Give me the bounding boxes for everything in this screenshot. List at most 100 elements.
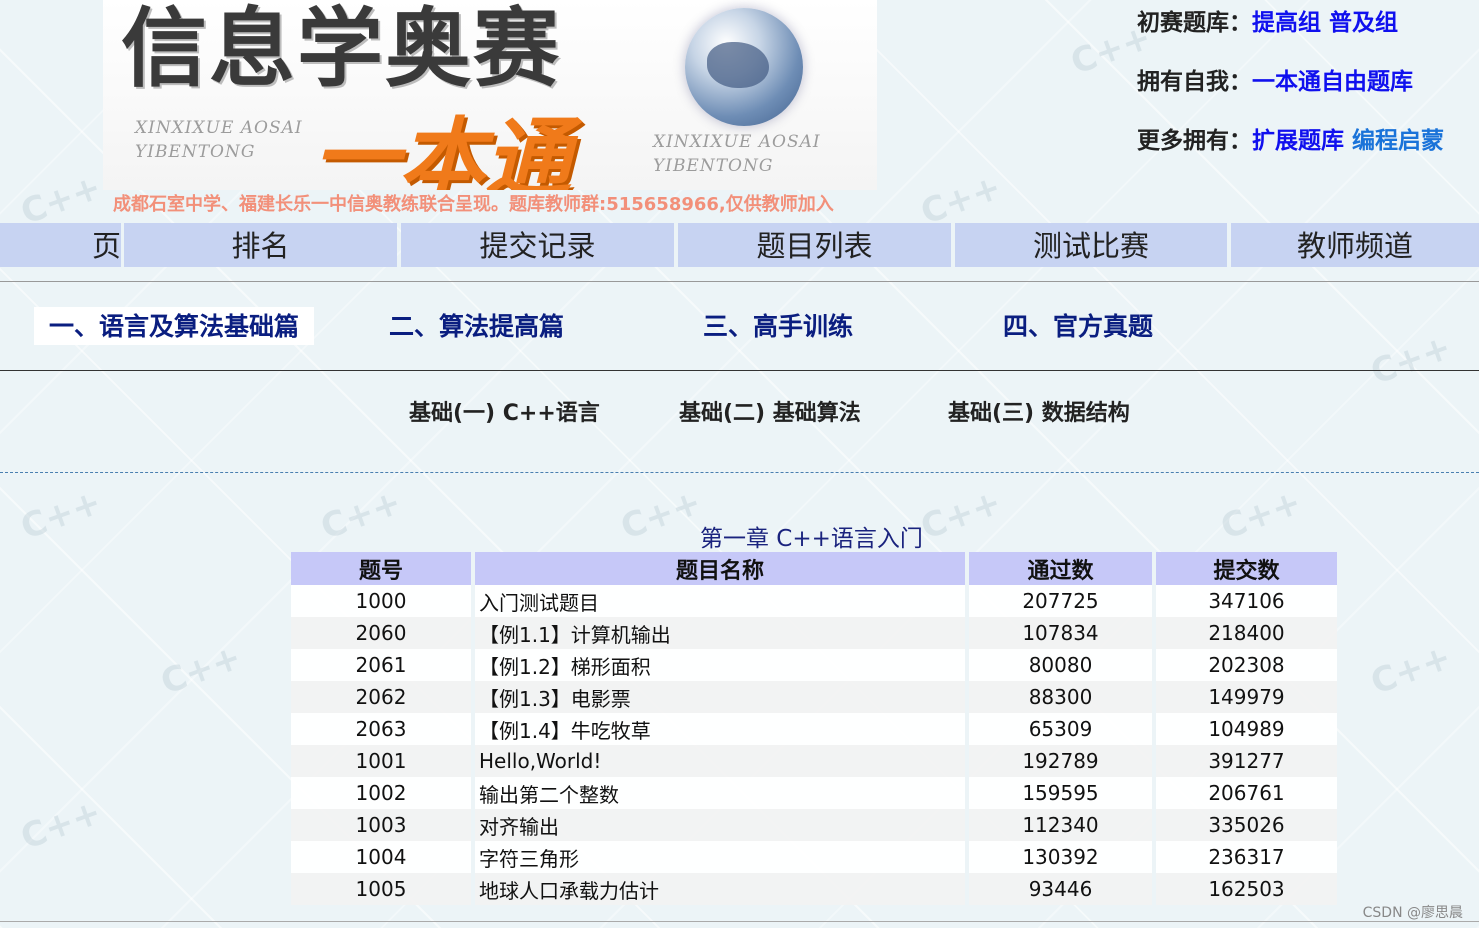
problem-name-link[interactable]: 字符三角形 [475, 841, 969, 873]
tab-expert-training[interactable]: 三、高手训练 [688, 307, 868, 345]
nav-contests[interactable]: 测试比赛 [955, 223, 1227, 267]
header-pass[interactable]: 通过数 [969, 552, 1156, 585]
banner-latin-right: XINXIXUE AOSAI YIBENTONG [653, 130, 821, 178]
problem-id-link[interactable]: 2063 [291, 713, 475, 745]
submit-count: 162503 [1156, 873, 1337, 905]
pass-count: 93446 [969, 873, 1156, 905]
submit-count: 347106 [1156, 585, 1337, 617]
table-row[interactable]: 1005 地球人口承载力估计 93446 162503 [291, 873, 1337, 905]
problem-name-link[interactable]: 对齐输出 [475, 809, 969, 841]
submit-count: 206761 [1156, 777, 1337, 809]
problem-name-link[interactable]: 地球人口承载力估计 [475, 873, 969, 905]
problem-name-link[interactable]: 【例1.3】电影票 [475, 681, 969, 713]
problem-id-link[interactable]: 2060 [291, 617, 475, 649]
link-programming-enlightenment[interactable]: 编程启蒙 [1352, 128, 1444, 154]
credit-watermark: CSDN @廖思晨 [1362, 905, 1463, 921]
subtab-basic-algorithms[interactable]: 基础(二) 基础算法 [679, 397, 861, 431]
tab-advanced-algorithms[interactable]: 二、算法提高篇 [374, 307, 579, 345]
watermark-cpp: C++ [1365, 327, 1457, 393]
link-free-problem-bank[interactable]: 一本通自由题库 [1252, 69, 1413, 95]
watermark-cpp: C++ [915, 482, 1007, 548]
prelim-bank-row: 初赛题库：提高组 普及组 [1137, 8, 1457, 39]
nav-problem-list[interactable]: 题目列表 [678, 223, 951, 267]
problem-name-link[interactable]: 【例1.2】梯形面积 [475, 649, 969, 681]
nav-teacher-channel[interactable]: 教师频道 [1231, 223, 1479, 267]
table-row[interactable]: 2061 【例1.2】梯形面积 80080 202308 [291, 649, 1337, 681]
pass-count: 112340 [969, 809, 1156, 841]
header-id[interactable]: 题号 [291, 552, 475, 585]
banner-latin-line: YIBENTONG [135, 142, 256, 162]
site-banner: 信息学奥赛 XINXIXUE AOSAI YIBENTONG 一本通 XINXI… [103, 0, 877, 190]
banner-latin-line: XINXIXUE AOSAI [653, 132, 821, 152]
watermark-cpp: C++ [155, 637, 247, 703]
tab-official-exams[interactable]: 四、官方真题 [988, 307, 1168, 345]
chapter-title: 第一章 C++语言入门 [700, 526, 923, 552]
submit-count: 236317 [1156, 841, 1337, 873]
nav-ranking[interactable]: 排名 [124, 223, 397, 267]
more-row: 更多拥有：扩展题库 编程启蒙 [1137, 126, 1457, 157]
pass-count: 80080 [969, 649, 1156, 681]
header-name[interactable]: 题目名称 [475, 552, 969, 585]
link-popular-group[interactable]: 普及组 [1329, 10, 1398, 36]
table-row[interactable]: 2060 【例1.1】计算机输出 107834 218400 [291, 617, 1337, 649]
header-submit[interactable]: 提交数 [1156, 552, 1337, 585]
problem-name-link[interactable]: 入门测试题目 [475, 585, 969, 617]
subtab-cpp-language[interactable]: 基础(一) C++语言 [409, 397, 600, 431]
own-self-row: 拥有自我：一本通自由题库 [1137, 67, 1457, 98]
more-label: 更多拥有： [1137, 128, 1252, 154]
watermark-cpp: C++ [1215, 482, 1307, 548]
dashed-divider [0, 472, 1479, 473]
problem-id-link[interactable]: 2061 [291, 649, 475, 681]
problem-id-link[interactable]: 1003 [291, 809, 475, 841]
pass-count: 65309 [969, 713, 1156, 745]
tab-basics[interactable]: 一、语言及算法基础篇 [34, 307, 315, 345]
right-links-panel: 初赛题库：提高组 普及组 拥有自我：一本通自由题库 更多拥有：扩展题库 编程启蒙 [1137, 8, 1457, 185]
problem-id-link[interactable]: 1000 [291, 585, 475, 617]
problem-name-link[interactable]: 【例1.4】牛吃牧草 [475, 713, 969, 745]
divider [0, 281, 1479, 282]
watermark-cpp: C++ [15, 482, 107, 548]
problem-name-link[interactable]: 输出第二个整数 [475, 777, 969, 809]
footer-divider [0, 921, 1479, 922]
main-nav: 页 排名 提交记录 题目列表 测试比赛 教师频道 [0, 223, 1479, 267]
pass-count: 192789 [969, 745, 1156, 777]
table-row[interactable]: 1001 Hello,World! 192789 391277 [291, 745, 1337, 777]
problem-name-link[interactable]: Hello,World! [475, 745, 969, 777]
watermark-cpp: C++ [615, 482, 707, 548]
own-self-label: 拥有自我： [1137, 69, 1252, 95]
banner-note: 成都石室中学、福建长乐一中信奥教练联合呈现。题库教师群:515658966,仅供… [113, 194, 834, 215]
link-extended-bank[interactable]: 扩展题库 [1252, 128, 1344, 154]
problem-rows: 1000 入门测试题目 207725 347106 2060 【例1.1】计算机输出 107… [291, 585, 1337, 905]
globe-logo-icon [685, 8, 803, 126]
banner-latin-line: XINXIXUE AOSAI [135, 118, 303, 138]
link-advanced-group[interactable]: 提高组 [1252, 10, 1321, 36]
submit-count: 218400 [1156, 617, 1337, 649]
nav-home[interactable]: 页 [0, 223, 121, 267]
submit-count: 391277 [1156, 745, 1337, 777]
banner-latin-line: YIBENTONG [653, 156, 774, 176]
problem-id-link[interactable]: 1004 [291, 841, 475, 873]
table-row[interactable]: 1002 输出第二个整数 159595 206761 [291, 777, 1337, 809]
banner-latin-left: XINXIXUE AOSAI YIBENTONG [135, 116, 303, 164]
pass-count: 207725 [969, 585, 1156, 617]
table-row[interactable]: 2062 【例1.3】电影票 88300 149979 [291, 681, 1337, 713]
problem-name-link[interactable]: 【例1.1】计算机输出 [475, 617, 969, 649]
watermark-cpp: C++ [15, 792, 107, 858]
problem-id-link[interactable]: 1001 [291, 745, 475, 777]
banner-subtitle: 一本通 [313, 109, 571, 190]
problem-id-link[interactable]: 1005 [291, 873, 475, 905]
watermark-cpp: C++ [315, 482, 407, 548]
table-row[interactable]: 1004 字符三角形 130392 236317 [291, 841, 1337, 873]
pass-count: 159595 [969, 777, 1156, 809]
submit-count: 104989 [1156, 713, 1337, 745]
table-row[interactable]: 1000 入门测试题目 207725 347106 [291, 585, 1337, 617]
subtab-data-structures[interactable]: 基础(三) 数据结构 [948, 397, 1130, 431]
problem-id-link[interactable]: 2062 [291, 681, 475, 713]
table-row[interactable]: 2063 【例1.4】牛吃牧草 65309 104989 [291, 713, 1337, 745]
nav-submissions[interactable]: 提交记录 [401, 223, 674, 267]
submit-count: 202308 [1156, 649, 1337, 681]
problem-id-link[interactable]: 1002 [291, 777, 475, 809]
table-row[interactable]: 1003 对齐输出 112340 335026 [291, 809, 1337, 841]
pass-count: 130392 [969, 841, 1156, 873]
submit-count: 149979 [1156, 681, 1337, 713]
